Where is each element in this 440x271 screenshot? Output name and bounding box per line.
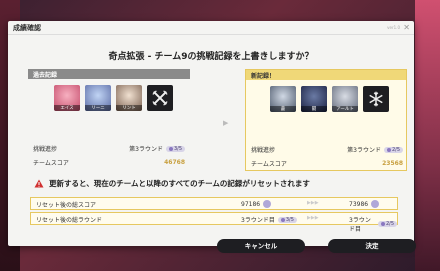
warning-text: 更新すると、現在のチームと以降のすべてのチームの記録がリセットされます (49, 179, 310, 188)
score-label: チームスコア (251, 161, 287, 168)
new-team-score: 23568 (382, 160, 403, 167)
new-record-header: 新記録！ (246, 70, 406, 80)
transition-arrow-icon: ▶ (223, 119, 229, 127)
version-label: ver1.0 (387, 25, 400, 30)
old-score-row: チームスコア 46768 (33, 158, 185, 167)
character-name: 蒼 (270, 106, 296, 112)
new-record-panel: 新記録！ 蒼 闘 アールト 挑戦進捗 第3ラウンド 2/5 チームスコア 235… (245, 69, 407, 171)
close-icon[interactable]: ✕ (403, 23, 410, 32)
medal-icon (280, 217, 285, 222)
new-progress-row: 挑戦進捗 第3ラウンド 2/5 (251, 145, 403, 154)
reset-score-old: 97186 (241, 200, 261, 208)
character-portrait: アールト (332, 86, 358, 112)
arrow-icon: ▶▶▶ (307, 200, 319, 206)
character-portrait: 蒼 (270, 86, 296, 112)
character-name: 闘 (301, 106, 327, 112)
reset-score-label: リセット後の総スコア (36, 202, 97, 209)
medal-icon (386, 147, 391, 152)
score-badge-icon (263, 200, 272, 208)
score-badge-icon (371, 200, 380, 208)
reset-total-score-row: リセット後の総スコア 97186 ▶▶▶ 73986 (30, 197, 398, 210)
progress-label: 挑戦進捗 (33, 146, 58, 153)
arrow-icon: ▶▶▶ (307, 215, 319, 221)
reset-round-new: 3ラウンド目 (349, 217, 371, 233)
dialog-title: 成績確認 (13, 24, 41, 32)
crossed-swords-icon (147, 85, 173, 111)
old-record-header: 過去記録 (28, 69, 190, 79)
background-right (415, 0, 440, 271)
progress-count-badge: 2/5 (383, 146, 403, 153)
old-character-list: エイス リーニ リント (54, 85, 173, 111)
reset-round-label: リセット後の総ラウンド (36, 217, 103, 224)
character-portrait: エイス (54, 85, 80, 111)
score-label: チームスコア (33, 160, 69, 167)
character-name: リーニ (85, 105, 111, 111)
character-portrait: リント (116, 85, 142, 111)
record-confirm-dialog: 成績確認 ver1.0 ✕ 奇点拡張 - チーム9の挑戦記録を上書きしますか？ … (8, 21, 416, 253)
old-progress-row: 挑戦進捗 第3ラウンド 3/5 (33, 144, 185, 153)
reset-total-round-row: リセット後の総ラウンド 3ラウンド目 3/5 ▶▶▶ 3ラウンド目 2/5 (30, 212, 398, 233)
character-name: リント (116, 105, 142, 111)
character-portrait: 闘 (301, 86, 327, 112)
old-team-score: 46768 (164, 159, 185, 166)
round-count-badge: 2/5 (377, 221, 397, 227)
progress-round: 第3ラウンド (347, 147, 381, 154)
progress-count-badge: 3/5 (165, 145, 185, 152)
reset-warning: 更新すると、現在のチームと以降のすべてのチームの記録がリセットされます (34, 178, 310, 189)
cancel-button[interactable]: キャンセル (217, 239, 305, 253)
character-name: エイス (54, 105, 80, 111)
overwrite-question: 奇点拡張 - チーム9の挑戦記録を上書きしますか？ (108, 52, 314, 62)
snowflake-icon (363, 86, 389, 112)
reset-score-new: 73986 (349, 200, 369, 208)
confirm-button[interactable]: 決定 (328, 239, 416, 253)
old-record-panel: 過去記録 エイス リーニ リント 挑戦進捗 第3ラウンド 3/5 チームスコア (28, 69, 190, 171)
character-name: アールト (332, 106, 358, 112)
progress-round: 第3ラウンド (129, 146, 163, 153)
medal-icon (380, 222, 385, 226)
warning-icon (34, 179, 44, 188)
character-portrait: リーニ (85, 85, 111, 111)
reset-round-old: 3ラウンド目 (241, 217, 275, 224)
new-score-row: チームスコア 23568 (251, 159, 403, 168)
round-count-badge: 3/5 (277, 216, 297, 223)
dialog-titlebar: 成績確認 ver1.0 ✕ (8, 21, 414, 35)
new-character-list: 蒼 闘 アールト (270, 86, 389, 112)
medal-icon (168, 146, 173, 151)
progress-label: 挑戦進捗 (251, 147, 276, 154)
